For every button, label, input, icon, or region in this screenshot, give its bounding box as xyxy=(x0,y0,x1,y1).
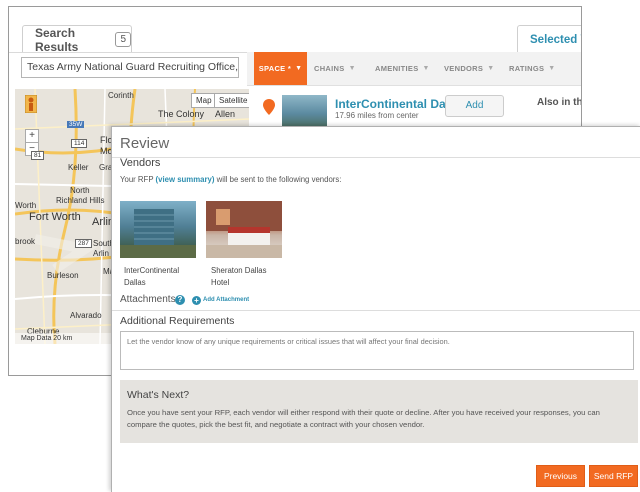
map-label: The Colony xyxy=(158,109,205,119)
title-divider xyxy=(112,157,640,158)
filter-space-label: SPACE * xyxy=(258,64,292,73)
map-label: North xyxy=(70,186,90,195)
map-label: Alvarado xyxy=(70,311,102,320)
building-image xyxy=(120,209,196,258)
additional-requirements-textarea[interactable] xyxy=(120,331,634,370)
chevron-down-icon: ▼ xyxy=(295,65,303,72)
map-label: Richland Hills xyxy=(56,196,105,205)
highway-shield: 114 xyxy=(71,139,88,148)
filter-ratings[interactable]: RATINGS ▼ xyxy=(509,52,556,85)
filter-amenities-label: AMENITIES xyxy=(375,64,419,73)
whats-next-panel: What's Next? Once you have sent your RFP… xyxy=(120,380,638,443)
send-rfp-button[interactable]: Send RFP xyxy=(589,465,638,487)
map-pin-icon xyxy=(263,99,275,115)
also-in-text: Also in the xyxy=(537,97,582,108)
rfp-intro-text: Your RFP (view summary) will be sent to … xyxy=(120,175,341,184)
previous-button[interactable]: Previous xyxy=(536,465,585,487)
vendor-name: InterContinental Dallas xyxy=(124,266,180,287)
map-label: brook xyxy=(15,237,36,246)
additional-requirements-heading: Additional Requirements xyxy=(120,315,235,327)
filter-vendors-label: VENDORS xyxy=(444,64,484,73)
filter-space[interactable]: SPACE * ▼ xyxy=(254,52,307,85)
highway-shield: 81 xyxy=(31,151,45,160)
review-modal: Review Vendors Your RFP (view summary) w… xyxy=(111,126,640,492)
results-count-badge: 5 xyxy=(115,32,131,47)
highway-shield: 35W xyxy=(67,121,85,128)
filter-ratings-label: RATINGS xyxy=(509,64,545,73)
tab-search-results-label: Search Results xyxy=(35,25,79,54)
chevron-down-icon: ▼ xyxy=(422,65,430,72)
whats-next-body: Once you have sent your RFP, each vendor… xyxy=(127,408,600,429)
plus-circle-icon[interactable]: + xyxy=(192,296,201,305)
chevron-down-icon: ▼ xyxy=(548,65,556,72)
map-label: Allen xyxy=(215,109,236,119)
help-icon[interactable]: ? xyxy=(175,295,185,305)
map-label: Keller xyxy=(68,163,89,172)
filter-vendors[interactable]: VENDORS ▼ xyxy=(444,52,494,85)
map-type-satellite-button[interactable]: Satellite xyxy=(214,93,249,108)
rfp-prefix: Your RFP xyxy=(120,175,156,184)
attachments-label: Attachments xyxy=(120,294,176,305)
vendor-image-sheraton xyxy=(206,201,282,258)
filter-chains[interactable]: CHAINS ▼ xyxy=(314,52,356,85)
vendor-name: Sheraton Dallas Hotel xyxy=(211,266,267,287)
hotel-room-image xyxy=(206,201,282,258)
map-label: Burleson xyxy=(47,271,79,280)
vendor-image-intercontinental xyxy=(120,201,196,258)
tab-selected-vendors[interactable]: Selected Ve xyxy=(517,25,581,53)
hotel-thumbnail[interactable] xyxy=(282,95,327,129)
rfp-suffix: will be sent to the following vendors: xyxy=(214,175,342,184)
add-vendor-button[interactable]: Add xyxy=(445,95,504,117)
tab-search-results[interactable]: Search Results 5 xyxy=(22,25,132,54)
highway-shield: 287 xyxy=(75,239,92,248)
chevron-down-icon: ▼ xyxy=(487,65,495,72)
view-summary-link[interactable]: (view summary) xyxy=(156,175,215,184)
hotel-distance: 17.96 miles from center xyxy=(335,111,419,120)
filter-chains-label: CHAINS xyxy=(314,64,345,73)
attachments-divider xyxy=(112,310,640,311)
pegman-icon[interactable] xyxy=(25,95,37,113)
zoom-in-icon[interactable]: + xyxy=(25,129,39,143)
whats-next-title: What's Next? xyxy=(127,389,190,401)
chevron-down-icon: ▼ xyxy=(348,65,356,72)
location-search-input[interactable]: Texas Army National Guard Recruiting Off… xyxy=(21,57,239,78)
add-attachment-link[interactable]: Add Attachment xyxy=(203,297,249,303)
vendors-heading: Vendors xyxy=(120,157,161,169)
modal-title: Review xyxy=(120,135,170,152)
map-label: Fort Worth xyxy=(29,211,81,223)
filter-amenities[interactable]: AMENITIES ▼ xyxy=(375,52,430,85)
map-label: Arlin xyxy=(93,249,110,258)
map-label: Corinth xyxy=(108,91,134,100)
map-type-map-button[interactable]: Map xyxy=(191,93,217,108)
map-label: Worth xyxy=(15,201,37,210)
